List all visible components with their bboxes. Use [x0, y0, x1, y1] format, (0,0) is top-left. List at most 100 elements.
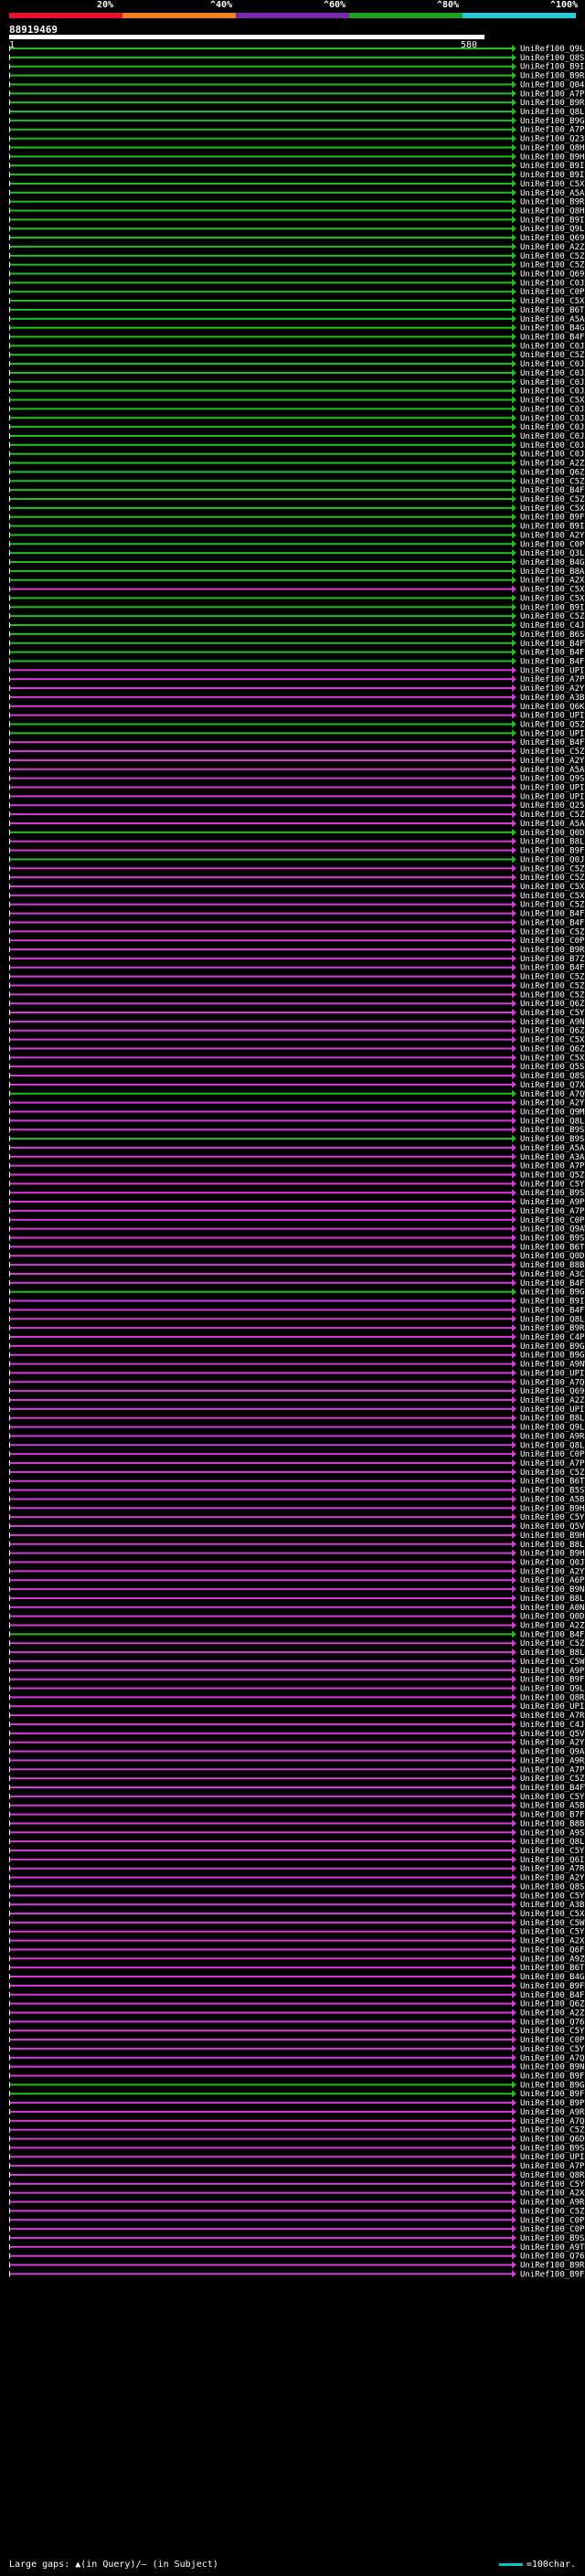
hit-row[interactable]: UniRef100_Q7XHB9 [9, 1080, 585, 1090]
hit-id-label[interactable]: UniRef100_B9IL99 [520, 162, 585, 171]
hit-id-label[interactable]: UniRef100_B9IL97 [520, 63, 585, 72]
hit-row[interactable]: UniRef100_A9R5N4 [9, 1432, 585, 1441]
hit-row[interactable]: UniRef100_Q9AD20 [9, 1747, 585, 1757]
hit-row[interactable]: UniRef100_Q69P39 [9, 1387, 585, 1396]
hit-row[interactable]: UniRef100_A7QH76 [9, 2116, 585, 2126]
hit-row[interactable]: UniRef100_A2YXL7 [9, 1738, 585, 1748]
hit-id-label[interactable]: UniRef100_B9GVV5 [520, 1352, 585, 1361]
hit-row[interactable]: UniRef100_Q8S9J6 [9, 53, 585, 63]
hit-row[interactable]: UniRef100_C5Z955 [9, 811, 585, 820]
hit-row[interactable]: UniRef100_Q04L59 [9, 80, 585, 90]
hit-id-label[interactable]: UniRef100_A7PLX8 [520, 1765, 585, 1775]
hit-id-label[interactable]: UniRef100_C0JAZ9 [520, 279, 585, 288]
hit-id-label[interactable]: UniRef100_Q6Z6R0 [520, 1044, 585, 1054]
hit-id-label[interactable]: UniRef100_C5Z1K2 [520, 874, 585, 883]
hit-id-label[interactable]: UniRef100_B9ILA3 [520, 216, 585, 225]
hit-id-label[interactable]: UniRef100_C0P738 [520, 1216, 585, 1225]
hit-row[interactable]: UniRef100_C5Z1K1 [9, 981, 585, 991]
hit-id-label[interactable]: UniRef100_C0JA44 [520, 387, 585, 397]
hit-id-label[interactable]: UniRef100_B8LPJ6 [520, 1595, 585, 1604]
hit-id-label[interactable]: UniRef100_C5XDX8 [520, 883, 585, 892]
hit-id-label[interactable]: UniRef100_A2ZXI3 [520, 460, 585, 469]
hit-row[interactable]: UniRef100_B4FWR4 [9, 639, 585, 649]
hit-row[interactable]: UniRef100_C0JA61 [9, 414, 585, 423]
hit-row[interactable]: UniRef100_Q6F4M5 [9, 1945, 585, 1955]
hit-row[interactable]: UniRef100_Q0J912 [9, 855, 585, 864]
hit-row[interactable]: UniRef100_B6TE66 [9, 1964, 585, 1973]
hit-row[interactable]: UniRef100_A3B7V2 [9, 693, 585, 703]
hit-row[interactable]: UniRef100_Q5SQN3 [9, 1063, 585, 1072]
hit-row[interactable]: UniRef100_B9I8Y7 [9, 1297, 585, 1307]
hit-row[interactable]: UniRef100_A7QNM3 [9, 1378, 585, 1387]
hit-id-label[interactable]: UniRef100_A9RX82 [520, 1756, 585, 1765]
hit-id-label[interactable]: UniRef100_Q7XHB9 [520, 1081, 585, 1090]
hit-row[interactable]: UniRef100_B4FVK3 [9, 1306, 585, 1315]
hit-row[interactable]: UniRef100_C5Z1K3 [9, 972, 585, 982]
hit-id-label[interactable]: UniRef100_B4FWR4 [520, 640, 585, 649]
hit-row[interactable]: UniRef100_A7PGQ3 [9, 1459, 585, 1468]
hit-id-label[interactable]: UniRef100_A3C7W4 [520, 1270, 585, 1279]
hit-id-label[interactable]: UniRef100_A7P686 [520, 126, 585, 135]
hit-id-label[interactable]: UniRef100_C5XZR2 [520, 397, 585, 406]
hit-id-label[interactable]: UniRef100_B4FV10 [520, 1279, 585, 1288]
hit-id-label[interactable]: UniRef100_B9PDF6 [520, 2099, 585, 2108]
hit-id-label[interactable]: UniRef100_C5Y3W6 [520, 2045, 585, 2054]
hit-id-label[interactable]: UniRef100_C0JAE2 [520, 369, 585, 378]
hit-row[interactable]: UniRef100_UPI000.. [9, 729, 585, 738]
hit-id-label[interactable]: UniRef100_Q9M356 [520, 1108, 585, 1117]
hit-id-label[interactable]: UniRef100_C5XEC8 [520, 892, 585, 901]
hit-row[interactable]: UniRef100_UPI000.. [9, 2153, 585, 2162]
hit-id-label[interactable]: UniRef100_A2ZZG2 [520, 243, 585, 252]
hit-id-label[interactable]: UniRef100_C5Z074 [520, 1639, 585, 1648]
hit-id-label[interactable]: UniRef100_B4FTJ2 [520, 738, 585, 747]
hit-id-label[interactable]: UniRef100_A5AVH3 [520, 766, 585, 775]
hit-row[interactable]: UniRef100_C5Z957 [9, 1775, 585, 1784]
hit-id-label[interactable]: UniRef100_Q766C2 [520, 2253, 585, 2262]
hit-row[interactable]: UniRef100_B9GLP4 [9, 1288, 585, 1298]
hit-row[interactable]: UniRef100_C5XSC7 [9, 504, 585, 514]
hit-row[interactable]: UniRef100_A7PE90 [9, 675, 585, 684]
hit-row[interactable]: UniRef100_Q8LK82 [9, 108, 585, 117]
hit-row[interactable]: UniRef100_Q5VQ83 [9, 1522, 585, 1532]
hit-id-label[interactable]: UniRef100_C0JBF0 [520, 342, 585, 351]
hit-row[interactable]: UniRef100_B9ILA0 [9, 603, 585, 612]
hit-id-label[interactable]: UniRef100_A5BQ83 [520, 1802, 585, 1811]
hit-row[interactable]: UniRef100_C5X0P2 [9, 1035, 585, 1045]
hit-id-label[interactable]: UniRef100_B8LLE4 [520, 1648, 585, 1658]
hit-row[interactable]: UniRef100_C0JA97 [9, 431, 585, 441]
hit-row[interactable]: UniRef100_B8LPJ6 [9, 1594, 585, 1604]
hit-id-label[interactable]: UniRef100_C0PGI3 [520, 2225, 585, 2234]
hit-row[interactable]: UniRef100_C5Z118 [9, 747, 585, 757]
hit-row[interactable]: UniRef100_A9NW06 [9, 1360, 585, 1370]
hit-id-label[interactable]: UniRef100_C5Z958 [520, 1468, 585, 1478]
hit-id-label[interactable]: UniRef100_B9ILA0 [520, 603, 585, 612]
hit-row[interactable]: UniRef100_Q8S4D7 [9, 1882, 585, 1892]
hit-id-label[interactable]: UniRef100_B4G0X4 [520, 324, 585, 334]
hit-id-label[interactable]: UniRef100_B9RNP7 [520, 99, 585, 108]
hit-row[interactable]: UniRef100_A5AKV9 [9, 1143, 585, 1153]
hit-row[interactable]: UniRef100_C5XZR3 [9, 179, 585, 189]
hit-id-label[interactable]: UniRef100_B6TTR6 [520, 1478, 585, 1487]
hit-row[interactable]: UniRef100_A2XDB9 [9, 1936, 585, 1946]
hit-id-label[interactable]: UniRef100_Q69QQ2 [520, 234, 585, 243]
hit-row[interactable]: UniRef100_C5Y3W2 [9, 1892, 585, 1901]
hit-id-label[interactable]: UniRef100_A7PGQ3 [520, 1459, 585, 1468]
hit-id-label[interactable]: UniRef100_C5Z934 [520, 252, 585, 261]
hit-id-label[interactable]: UniRef100_B9SA05 [520, 2234, 585, 2243]
hit-row[interactable]: UniRef100_B4FND8 [9, 648, 585, 658]
hit-row[interactable]: UniRef100_Q6DUM7 [9, 2135, 585, 2145]
hit-id-label[interactable]: UniRef100_A7PKN4 [520, 2162, 585, 2171]
hit-row[interactable]: UniRef100_C5Y817 [9, 1513, 585, 1522]
hit-id-label[interactable]: UniRef100_C0JAB4 [520, 360, 585, 369]
hit-id-label[interactable]: UniRef100_C5WUW3 [520, 1919, 585, 1928]
hit-row[interactable]: UniRef100_B9ILA4 [9, 522, 585, 532]
hit-row[interactable]: UniRef100_B9SR19 [9, 1135, 585, 1144]
hit-id-label[interactable]: UniRef100_B9FMW6 [520, 1982, 585, 1991]
hit-row[interactable]: UniRef100_B9HER8 [9, 1531, 585, 1541]
hit-id-label[interactable]: UniRef100_Q8LK82 [520, 108, 585, 117]
hit-row[interactable]: UniRef100_C0PDB4 [9, 937, 585, 946]
hit-id-label[interactable]: UniRef100_B4G0X2 [520, 558, 585, 567]
hit-row[interactable]: UniRef100_A7PLX8 [9, 1765, 585, 1775]
hit-id-label[interactable]: UniRef100_A7R484 [520, 1865, 585, 1874]
hit-id-label[interactable]: UniRef100_B9S8G8 [520, 1235, 585, 1244]
